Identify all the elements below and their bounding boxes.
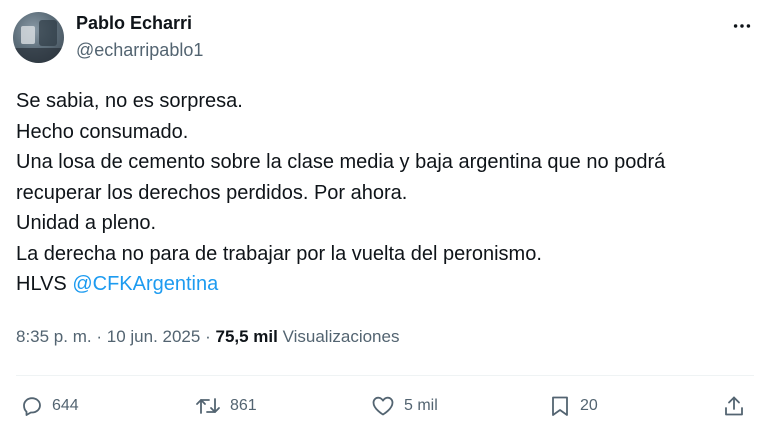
- tweet-card: Pablo Echarri @echarripablo1 Se sabia, n…: [0, 0, 770, 434]
- tweet-text-line: La derecha no para de trabajar por la vu…: [16, 242, 542, 265]
- more-options-button[interactable]: [730, 14, 754, 38]
- action-bar: 644 861 5 mil 20: [0, 390, 770, 422]
- tweet-date[interactable]: 10 jun. 2025: [107, 327, 201, 346]
- divider: [16, 375, 754, 376]
- like-button[interactable]: 5 mil: [370, 390, 438, 422]
- heart-icon: [372, 396, 394, 416]
- meta-separator: ·: [205, 327, 211, 346]
- share-icon: [725, 396, 743, 416]
- tweet-text-line: recuperar los derechos perdidos. Por aho…: [16, 181, 408, 204]
- reply-button[interactable]: 644: [20, 390, 79, 422]
- tweet-metadata: 8:35 p. m. · 10 jun. 2025 · 75,5 mil Vis…: [16, 327, 399, 347]
- views-label: Visualizaciones: [282, 327, 400, 346]
- more-horizontal-icon: [733, 24, 751, 28]
- like-count: 5 mil: [404, 397, 438, 414]
- author-handle[interactable]: @echarripablo1: [76, 40, 203, 61]
- author-display-name[interactable]: Pablo Echarri: [76, 13, 192, 34]
- tweet-text-line: Una losa de cemento sobre la clase media…: [16, 151, 666, 173]
- repost-count: 861: [230, 397, 257, 414]
- tweet-text-line: Hecho consumado.: [16, 120, 189, 143]
- avatar[interactable]: [13, 12, 64, 63]
- avatar-detail: [21, 26, 35, 44]
- bookmark-button[interactable]: 20: [548, 390, 598, 422]
- mention-link[interactable]: @CFKArgentina: [72, 273, 218, 295]
- repost-icon: [196, 398, 220, 414]
- bookmark-count: 20: [580, 397, 598, 414]
- meta-separator: ·: [96, 327, 103, 346]
- avatar-detail: [13, 48, 64, 63]
- bookmark-icon: [552, 396, 568, 416]
- tweet-text: Se sabia, no es sorpresa. Hecho consumad…: [16, 86, 756, 300]
- repost-button[interactable]: 861: [194, 390, 257, 422]
- share-button[interactable]: [722, 390, 746, 422]
- tweet-text-line: Unidad a pleno.: [16, 212, 157, 234]
- reply-icon: [23, 397, 41, 416]
- tweet-text-line: Se sabia, no es sorpresa.: [16, 90, 243, 112]
- views-count: 75,5 mil: [215, 327, 278, 346]
- avatar-detail: [39, 20, 57, 46]
- reply-count: 644: [52, 397, 79, 414]
- tweet-time[interactable]: 8:35 p. m.: [16, 327, 92, 346]
- tweet-text-line: HLVS @CFKArgentina: [16, 269, 756, 300]
- tweet-text-prefix: HLVS: [16, 273, 67, 295]
